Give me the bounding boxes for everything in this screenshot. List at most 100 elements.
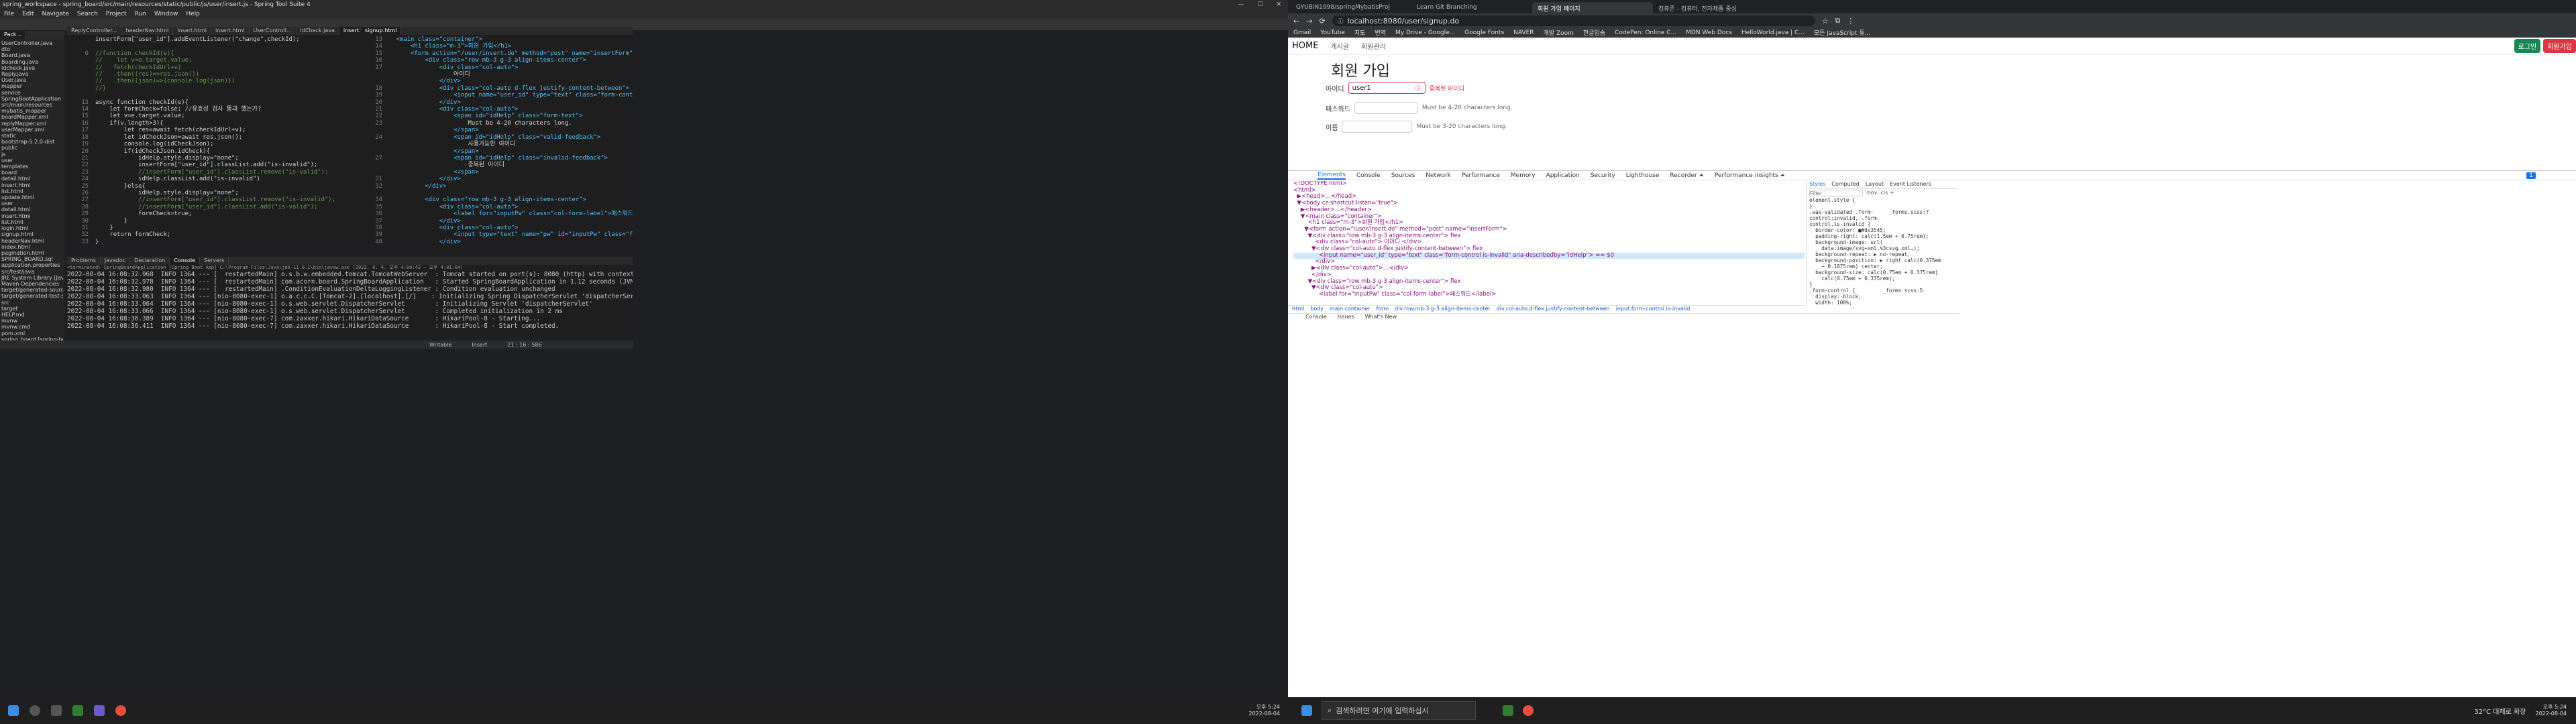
- menu-item-project[interactable]: Project: [106, 11, 127, 17]
- styles-tab[interactable]: Styles: [1809, 181, 1825, 188]
- sts-taskbar-icon[interactable]: [72, 705, 83, 716]
- tree-item[interactable]: dto: [1, 46, 63, 52]
- menu-item-navigate[interactable]: Navigate: [42, 11, 69, 17]
- bookmark-item[interactable]: 모든 JavaScript 튜...: [1814, 28, 1870, 37]
- tree-item[interactable]: src: [1, 300, 63, 306]
- tree-item[interactable]: src/test/java: [1, 269, 63, 275]
- bookmark-item[interactable]: YouTube: [1320, 29, 1345, 36]
- tree-item[interactable]: list.html: [1, 219, 63, 225]
- tree-item[interactable]: pagination.html: [1, 250, 63, 256]
- devtools-tab-2[interactable]: Sources: [1391, 172, 1415, 179]
- breadcrumb-item[interactable]: form: [1376, 306, 1389, 312]
- devtools-tab-4[interactable]: Performance: [1462, 172, 1500, 179]
- menu-item-file[interactable]: File: [4, 11, 14, 17]
- tree-item[interactable]: UserController.java: [1, 40, 63, 46]
- dom-tree[interactable]: <!DOCTYPE html> <html> ▶<head>…</head> ▼<…: [1288, 181, 1805, 305]
- tree-item[interactable]: mvnw.cmd: [1, 324, 63, 330]
- dom-node[interactable]: ▶<div class="col-auto">…</div>: [1293, 265, 1805, 272]
- user-id-input[interactable]: user1 ⓘ: [1348, 82, 1426, 94]
- tree-item[interactable]: js: [1, 152, 63, 158]
- tree-item[interactable]: target/generated-test-sourc: [1, 293, 63, 299]
- menu-icon[interactable]: ⋮: [1847, 17, 1854, 25]
- issues-badge[interactable]: 1: [2526, 172, 2536, 179]
- address-bar[interactable]: ⓘ localhost:8080/user/signup.do: [1332, 15, 1815, 26]
- breadcrumb-item[interactable]: div.col-auto.d-flex.justify-content-betw…: [1497, 306, 1610, 312]
- editor-tab[interactable]: insert.js: [339, 27, 360, 35]
- tree-item[interactable]: boardMapper.xml: [1, 114, 63, 120]
- bookmark-item[interactable]: 지도: [1354, 28, 1366, 37]
- tree-item[interactable]: User.java: [1, 77, 63, 83]
- star-icon[interactable]: ☆: [1822, 17, 1829, 25]
- styles-tab[interactable]: Event Listeners: [1890, 181, 1931, 188]
- devtools-tab-3[interactable]: Network: [1426, 172, 1451, 179]
- dom-node[interactable]: <html>: [1293, 187, 1805, 194]
- tree-item[interactable]: pom.xml: [1, 330, 63, 337]
- login-button[interactable]: 로그인: [2514, 39, 2541, 53]
- menu-item-edit[interactable]: Edit: [22, 11, 34, 17]
- extensions-icon[interactable]: ⧉: [1835, 16, 1841, 25]
- browser-tab[interactable]: 컴퓨존 - 컴퓨터, 전자제품 중심: [1653, 2, 1774, 13]
- console-tab-servers[interactable]: Servers: [200, 257, 229, 265]
- tree-item[interactable]: target: [1, 306, 63, 312]
- info-icon[interactable]: ⓘ: [1338, 17, 1344, 25]
- tree-item[interactable]: mvnw: [1, 318, 63, 324]
- tree-item[interactable]: bootstrap-5.2.0-dist: [1, 139, 63, 145]
- devtools-tab-7[interactable]: Security: [1591, 172, 1615, 179]
- bookmark-item[interactable]: My Drive - Google...: [1395, 29, 1455, 36]
- explorer-tab[interactable]: Pack...: [0, 31, 27, 39]
- search-icon[interactable]: [30, 705, 40, 716]
- breadcrumb-item[interactable]: input.form-control.is-invalid: [1616, 306, 1690, 312]
- tree-item[interactable]: list.html: [1, 188, 63, 194]
- devtools-tab-1[interactable]: Console: [1356, 172, 1381, 179]
- tree-item[interactable]: mybatis_mapper: [1, 108, 63, 114]
- nav-posts[interactable]: 게시글: [1330, 41, 1349, 51]
- browser-tab[interactable]: 회원 가입 페이지: [1532, 2, 1653, 13]
- tree-item[interactable]: mapper: [1, 83, 63, 89]
- breadcrumb-item[interactable]: div.row.mb-3.g-3.align-items-center: [1395, 306, 1491, 312]
- minimize-icon[interactable]: —: [1238, 1, 1244, 8]
- bookmark-item[interactable]: Google Fonts: [1464, 29, 1504, 36]
- forward-icon[interactable]: →: [1306, 17, 1312, 25]
- breadcrumb-item[interactable]: html: [1292, 306, 1304, 312]
- brand-link[interactable]: HOME: [1292, 41, 1318, 51]
- tree-item[interactable]: public: [1, 145, 63, 151]
- editor-tab[interactable]: UserControll...: [250, 27, 297, 35]
- editor-tab[interactable]: headerNav.html: [121, 27, 174, 35]
- breadcrumb-item[interactable]: main.container: [1330, 306, 1370, 312]
- tree-item[interactable]: static: [1, 133, 63, 139]
- styles-tab[interactable]: Computed: [1831, 181, 1860, 188]
- tree-item[interactable]: login.html: [1, 225, 63, 231]
- tree-item[interactable]: JRE System Library [JavaSE-11]: [1, 275, 63, 281]
- tree-item[interactable]: HELP.md: [1, 312, 63, 318]
- signup-button[interactable]: 회원가입: [2543, 39, 2576, 53]
- nav-members[interactable]: 회원관리: [1361, 41, 1386, 51]
- tree-item[interactable]: Idcheck.java: [1, 65, 63, 71]
- drawer-tab[interactable]: Console: [1305, 314, 1327, 320]
- windows-start-icon-2[interactable]: [1301, 705, 1312, 716]
- console-tab-javadoc[interactable]: Javadoc: [101, 257, 131, 265]
- windows-start-icon[interactable]: [8, 705, 19, 716]
- tree-item[interactable]: Boarding.java: [1, 59, 63, 65]
- chrome-taskbar-icon-2[interactable]: [1523, 705, 1534, 716]
- tree-item[interactable]: application.properties: [1, 262, 63, 268]
- tree-item[interactable]: Board.java: [1, 52, 63, 58]
- tree-item[interactable]: target/generated-sources/an: [1, 287, 63, 293]
- drawer-tab[interactable]: What's New: [1365, 314, 1397, 320]
- browser-tab[interactable]: GYUBIN1998/springMybatisProj: [1291, 2, 1411, 13]
- breadcrumb-item[interactable]: body: [1310, 306, 1324, 312]
- bookmark-item[interactable]: 개발 Zoom: [1544, 28, 1574, 37]
- sts-taskbar-icon-2[interactable]: [1503, 705, 1513, 716]
- tree-item[interactable]: SPRING_BOARD.sql: [1, 256, 63, 262]
- styles-filter[interactable]: [1809, 190, 1863, 196]
- editor-tab[interactable]: IdCheck.java: [297, 27, 339, 35]
- tree-item[interactable]: Maven Dependencies: [1, 281, 63, 287]
- devtools-tab-6[interactable]: Application: [1546, 172, 1580, 179]
- tree-item[interactable]: detail.html: [1, 176, 63, 182]
- task-view-icon[interactable]: [51, 705, 62, 716]
- app-taskbar-icon[interactable]: [94, 705, 105, 716]
- bookmark-item[interactable]: 한글입숨: [1583, 28, 1605, 37]
- name-input[interactable]: [1342, 121, 1413, 133]
- code-signup-html[interactable]: 13 <main class="container"> 14 <h1 class=…: [361, 35, 633, 245]
- dom-node[interactable]: <input name="user_id" type="text" class=…: [1293, 252, 1805, 259]
- tree-item[interactable]: src/main/resources: [1, 102, 63, 108]
